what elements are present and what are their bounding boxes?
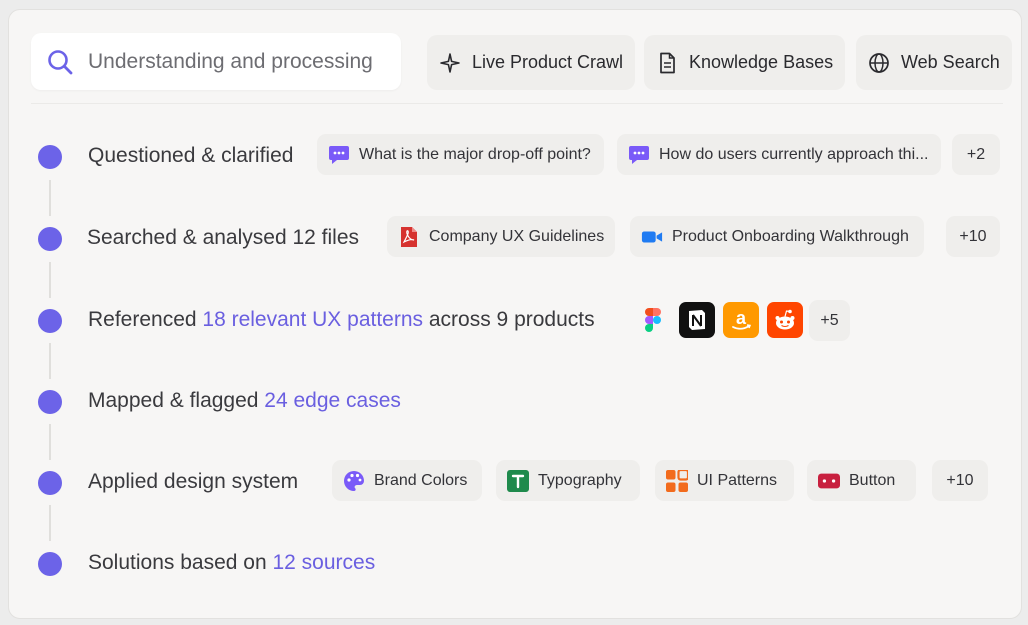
label-text: Mapped & flagged [88,389,265,412]
more-questions-button[interactable]: +2 [952,134,1000,175]
timeline-connector [49,262,51,298]
label-text: Referenced [88,308,203,331]
more-files-button[interactable]: +10 [946,216,1000,257]
chat-bubble-icon [328,144,350,166]
more-products-button[interactable]: +5 [809,300,850,341]
chip-label: Brand Colors [374,471,468,489]
search-status-text: Understanding and processing [88,49,373,73]
document-icon [656,52,678,74]
timeline-connector [49,343,51,379]
file-chip[interactable]: Company UX Guidelines [387,216,615,257]
amazon-icon[interactable]: a [723,302,759,338]
step-solutions: Solutions based on 12 sources [9,541,1023,587]
design-token-chip[interactable]: UI Patterns [655,460,794,501]
step-referenced: Referenced 18 relevant UX patterns acros… [9,298,1023,344]
step-questioned: Questioned & clarified What is the major… [9,134,1023,180]
chip-label: Product Onboarding Walkthrough [672,227,909,245]
source-live-product-crawl-button[interactable]: Live Product Crawl [427,35,636,90]
chip-label: What is the major drop-off point? [359,145,591,163]
step-dot [38,390,62,414]
reddit-icon[interactable] [767,302,803,338]
more-design-tokens-button[interactable]: +10 [932,460,988,501]
step-dot [38,145,62,169]
step-dot [38,471,62,495]
step-label: Questioned & clarified [88,144,294,167]
step-dot [38,227,62,251]
svg-text:a: a [736,308,747,328]
ux-patterns-link[interactable]: 18 relevant UX patterns [202,308,423,331]
timeline-connector [49,180,51,216]
step-dot [38,552,62,576]
agent-progress-card: Understanding and processing Live Produc… [8,9,1022,619]
edge-cases-link[interactable]: 24 edge cases [264,389,401,412]
search-status-box[interactable]: Understanding and processing [31,33,401,90]
step-mapped: Mapped & flagged 24 edge cases [9,379,1023,425]
file-chip[interactable]: Product Onboarding Walkthrough [630,216,924,257]
step-label: Referenced 18 relevant UX patterns acros… [88,308,595,332]
design-token-chip[interactable]: Typography [496,460,640,501]
source-knowledge-bases-button[interactable]: Knowledge Bases [644,35,846,90]
search-icon [45,47,75,77]
question-chip[interactable]: How do users currently approach thi... [617,134,941,175]
chip-label: Button [849,471,896,489]
source-label: Knowledge Bases [689,52,834,72]
sources-link[interactable]: 12 sources [272,551,375,574]
step-searched: Searched & analysed 12 files Company UX … [9,216,1023,262]
step-dot [38,309,62,333]
pdf-icon [398,226,420,248]
label-text: Solutions based on [88,551,273,574]
chip-label: UI Patterns [697,471,778,489]
sparkle-icon [439,52,461,74]
figma-icon[interactable] [635,302,671,338]
design-token-chip[interactable]: Brand Colors [332,460,482,501]
label-text: across 9 products [423,308,595,331]
source-web-search-button[interactable]: Web Search [856,35,1012,90]
step-label: Searched & analysed 12 files [87,226,360,249]
top-bar: Understanding and processing Live Produc… [31,33,1012,93]
source-label: Live Product Crawl [472,52,624,72]
notion-icon[interactable] [679,302,715,338]
chip-label: How do users currently approach thi... [659,145,929,163]
question-chip[interactable]: What is the major drop-off point? [317,134,604,175]
source-label: Web Search [901,52,1000,72]
timeline-connector [49,424,51,460]
chip-label: Typography [538,471,622,489]
step-label: Solutions based on 12 sources [88,551,375,575]
globe-icon [868,52,890,74]
design-token-chip[interactable]: Button [807,460,916,501]
chip-label: Company UX Guidelines [429,227,605,245]
step-label: Applied design system [88,470,299,493]
timeline-connector [49,505,51,541]
typography-icon [507,469,529,492]
palette-icon [343,470,365,492]
step-applied-design-system: Applied design system Brand Colors Typog… [9,460,1023,506]
chat-bubble-icon [628,144,650,166]
divider [31,103,1003,104]
ui-patterns-grid-icon [666,469,688,492]
step-label: Mapped & flagged 24 edge cases [88,389,401,413]
video-camera-icon [641,226,663,248]
button-component-icon [818,470,840,492]
